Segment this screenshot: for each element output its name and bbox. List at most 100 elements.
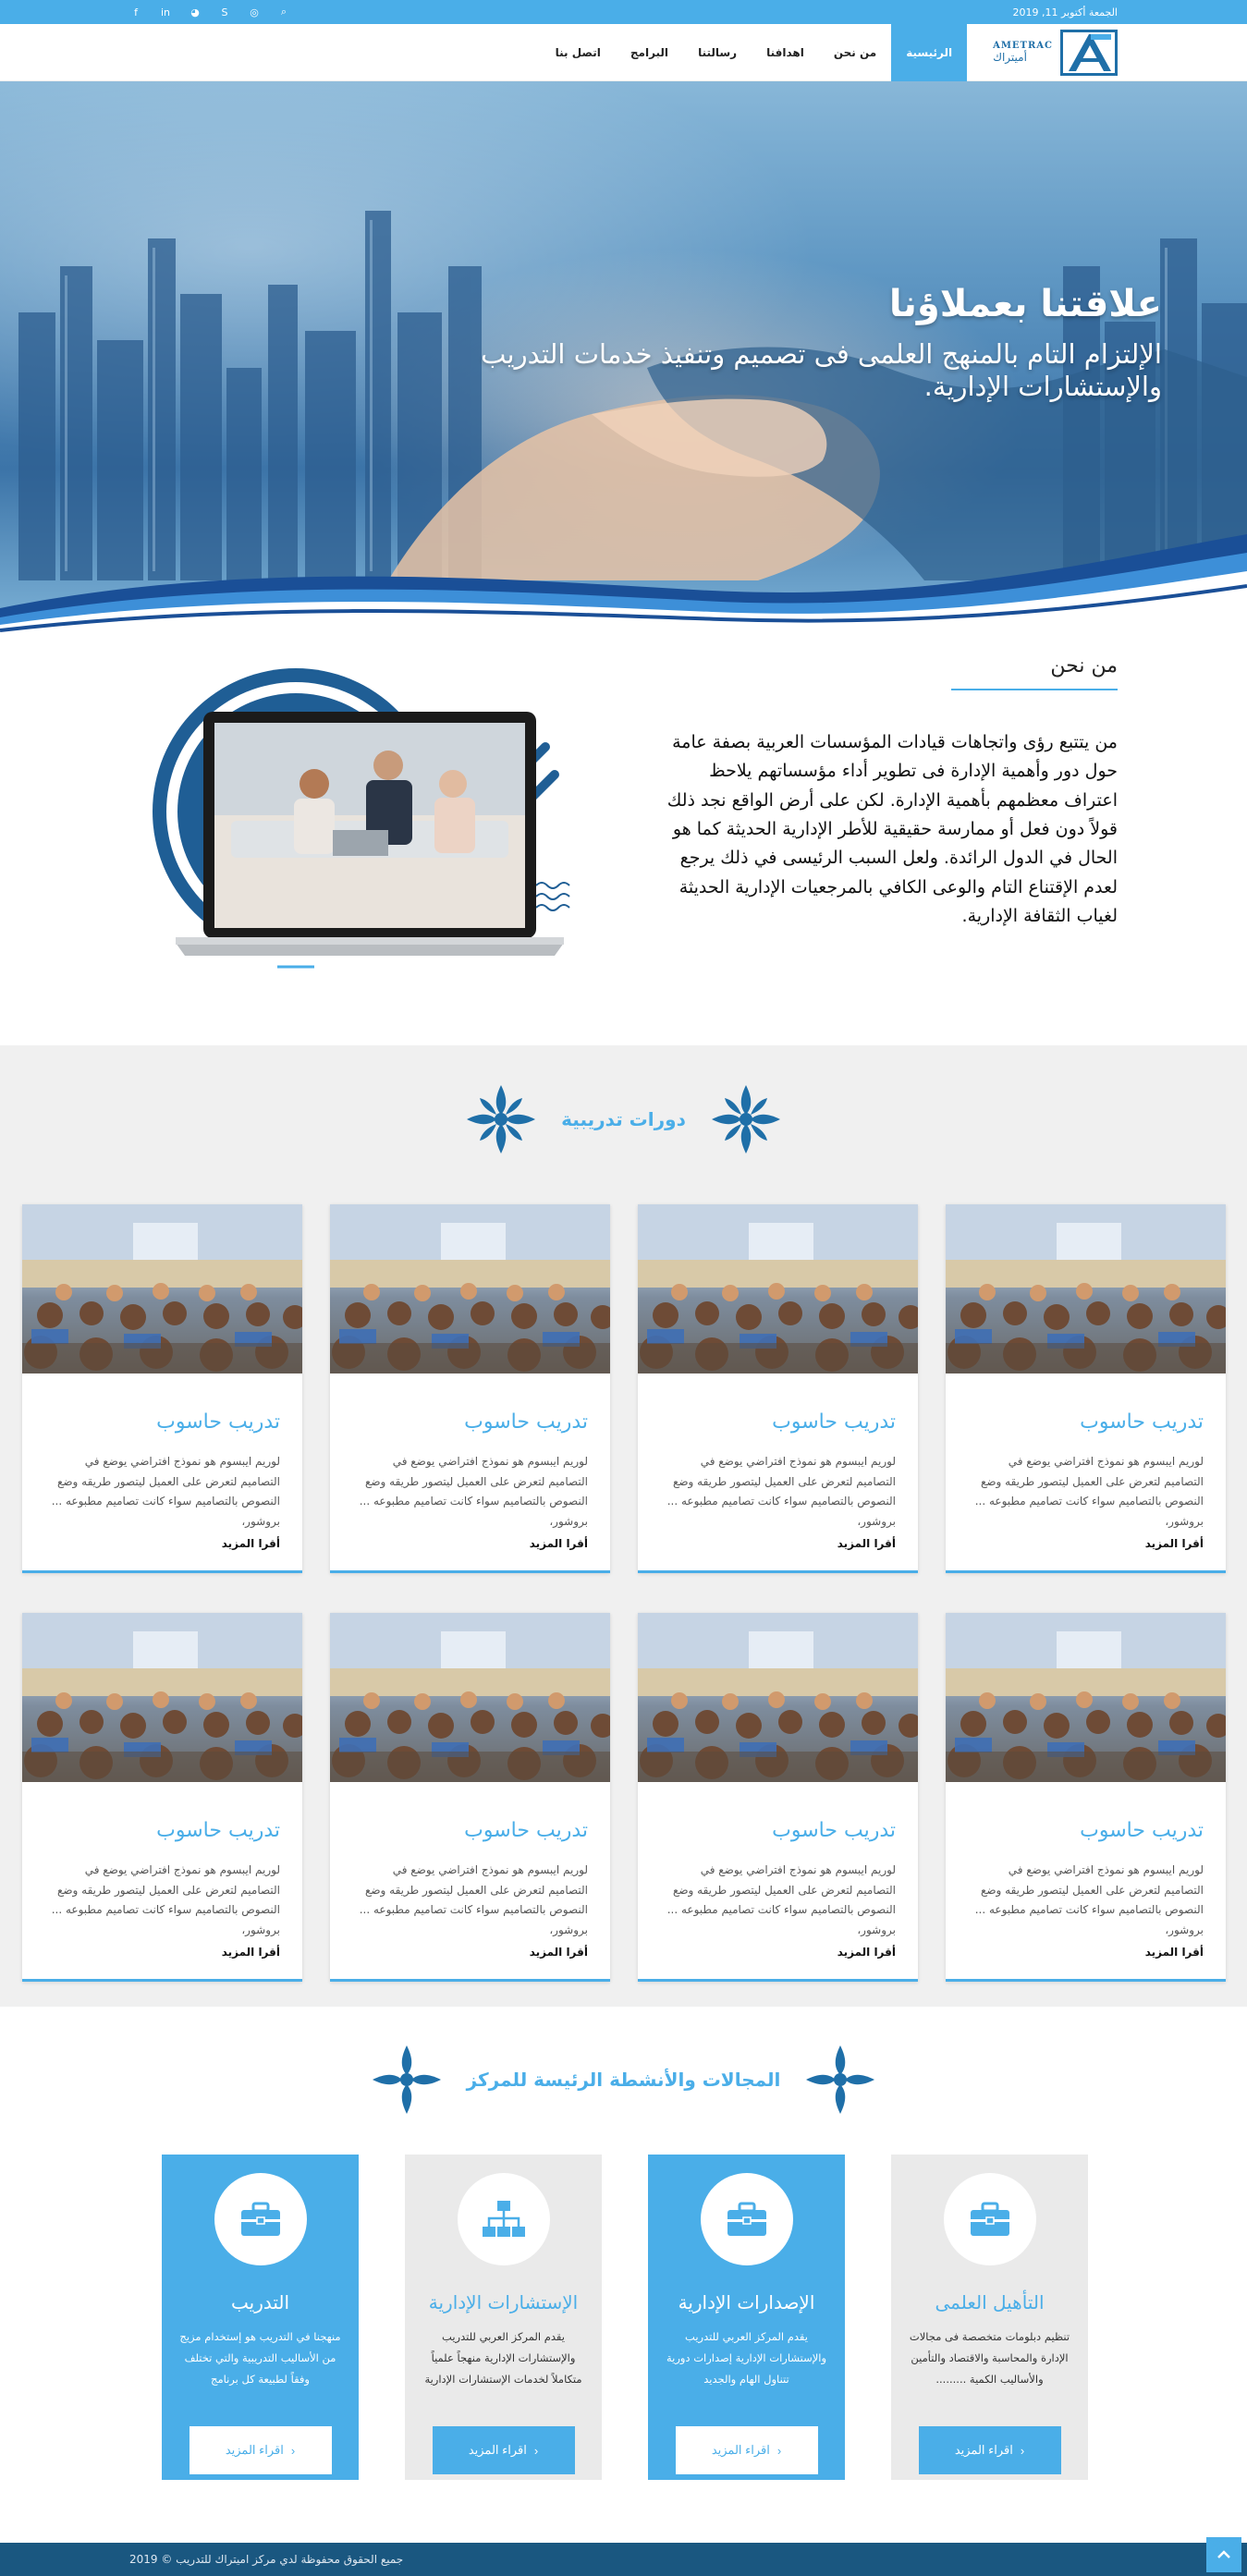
current-date: الجمعة أكتوبر 11, 2019: [1012, 6, 1119, 18]
read-more-link[interactable]: أقرا المزيد: [530, 1946, 588, 1959]
briefcase-icon: [700, 2173, 793, 2265]
course-title[interactable]: تدريب حاسوب: [638, 1782, 918, 1861]
rss-icon[interactable]: ◕: [189, 6, 202, 18]
linkedin-icon[interactable]: in: [159, 6, 172, 18]
about-title: من نحن: [951, 654, 1118, 690]
laptop-meeting-image: [153, 668, 570, 969]
logo-mark-icon: [1060, 29, 1118, 76]
site-header: AMETRAC أميتراك الرئيسية من نحن اهدافنا …: [0, 23, 1247, 81]
about-section: من نحن من يتتبع رؤى واتجاهات قيادات المؤ…: [0, 636, 1247, 1045]
site-logo[interactable]: AMETRAC أميتراك: [993, 29, 1118, 76]
course-title[interactable]: تدريب حاسوب: [22, 1782, 302, 1861]
course-card[interactable]: تدريب حاسوب لوريم ايبسوم هو نموذج افتراض…: [638, 1613, 918, 1982]
course-excerpt: لوريم ايبسوم هو نموذج افتراضي يوضع في ال…: [666, 1455, 896, 1528]
hero-banner: علاقتنا بعملاؤنا الإلتزام التام بالمنهج …: [0, 81, 1247, 636]
course-card[interactable]: تدريب حاسوب لوريم ايبسوم هو نموذج افتراض…: [22, 1204, 302, 1573]
nav-item-programs[interactable]: البرامج: [616, 24, 683, 81]
social-links: f in ◕ S ◎ ⌕: [129, 6, 290, 18]
course-title[interactable]: تدريب حاسوب: [638, 1373, 918, 1452]
field-text: منهجنا في التدريب هو إستخدام مزيج من الأ…: [179, 2330, 341, 2386]
course-excerpt: لوريم ايبسوم هو نموذج افتراضي يوضع في ال…: [51, 1863, 280, 1936]
nav-item-contact[interactable]: اتصل بنا: [541, 24, 616, 81]
fields-grid: التدريب منهجنا في التدريب هو إستخدام مزي…: [162, 2155, 1088, 2480]
nav-item-home[interactable]: الرئيسية: [891, 23, 968, 81]
back-to-top-button[interactable]: [1206, 2537, 1241, 2572]
field-text: تنظيم دبلومات متخصصة فى مجالات الإدارة و…: [909, 2330, 1070, 2386]
fields-title: المجالات والأنشطة الرئيسة للمركز: [466, 2069, 781, 2091]
field-title: الإستشارات الإدارية: [428, 2291, 579, 2314]
field-card: التدريب منهجنا في التدريب هو إستخدام مزي…: [162, 2155, 359, 2480]
classroom-image: [22, 1204, 302, 1373]
search-icon[interactable]: ⌕: [277, 6, 290, 18]
course-excerpt: لوريم ايبسوم هو نموذج افتراضي يوضع في ال…: [359, 1863, 588, 1936]
read-more-link[interactable]: أقرا المزيد: [1145, 1537, 1204, 1550]
fleur-ornament-icon: [372, 2045, 441, 2114]
course-title[interactable]: تدريب حاسوب: [946, 1782, 1226, 1861]
field-title: الإصدارات الإدارية: [678, 2291, 815, 2314]
classroom-image: [946, 1613, 1226, 1782]
arrow-up-icon: [1217, 2550, 1230, 2558]
facebook-icon[interactable]: f: [129, 6, 142, 18]
main-nav: الرئيسية من نحن اهدافنا رسالتنا البرامج …: [541, 23, 968, 81]
instagram-icon[interactable]: ◎: [248, 6, 261, 18]
chevron-left-icon: ‹: [290, 2443, 296, 2458]
field-title: التأهيل العلمى: [935, 2291, 1045, 2314]
fleur-ornament-icon: [711, 1085, 780, 1154]
read-more-link[interactable]: أقرا المزيد: [1145, 1946, 1204, 1959]
copyright-text: جميع الحقوق محفوظة لدي مركز اميتراك للتد…: [129, 2553, 404, 2566]
classroom-image: [22, 1613, 302, 1782]
courses-section: دورات تدريبية تدريب حاسوب لوريم ايبسوم ه…: [0, 1045, 1247, 2007]
course-excerpt: لوريم ايبسوم هو نموذج افتراضي يوضع في ال…: [51, 1455, 280, 1528]
logo-text-ar: أميتراك: [993, 51, 1027, 64]
field-title: التدريب: [230, 2291, 290, 2314]
top-bar: f in ◕ S ◎ ⌕ الجمعة أكتوبر 11, 2019: [0, 0, 1247, 24]
course-title[interactable]: تدريب حاسوب: [330, 1782, 610, 1861]
fields-section: المجالات والأنشطة الرئيسة للمركز التدريب…: [0, 2007, 1247, 2543]
logo-text-en: AMETRAC: [993, 41, 1053, 51]
read-more-link[interactable]: أقرا المزيد: [837, 1537, 896, 1550]
read-more-link[interactable]: أقرا المزيد: [222, 1537, 280, 1550]
course-card[interactable]: تدريب حاسوب لوريم ايبسوم هو نموذج افتراض…: [638, 1204, 918, 1573]
course-card[interactable]: تدريب حاسوب لوريم ايبسوم هو نموذج افتراض…: [330, 1613, 610, 1982]
course-title[interactable]: تدريب حاسوب: [946, 1373, 1226, 1452]
course-card[interactable]: تدريب حاسوب لوريم ايبسوم هو نموذج افتراض…: [946, 1204, 1226, 1573]
read-more-label: اقراء المزيد: [954, 2443, 1013, 2457]
briefcase-icon: [943, 2173, 1036, 2265]
field-card: الإصدارات الإدارية يقدم المركز العربي لل…: [648, 2155, 845, 2480]
read-more-button[interactable]: ‹ اقراء المزيد: [918, 2426, 1061, 2474]
classroom-image: [946, 1204, 1226, 1373]
read-more-label: اقراء المزيد: [711, 2443, 770, 2457]
nav-item-mission[interactable]: رسالتنا: [683, 24, 752, 81]
hero-title: علاقتنا بعملاؤنا: [888, 283, 1162, 325]
read-more-button[interactable]: ‹ اقراء المزيد: [189, 2426, 332, 2474]
read-more-link[interactable]: أقرا المزيد: [530, 1537, 588, 1550]
field-text: يقدم المركز العربي للتدريب والإستشارات ا…: [666, 2330, 827, 2386]
fleur-ornament-icon: [806, 2045, 875, 2114]
read-more-link[interactable]: أقرا المزيد: [837, 1946, 896, 1959]
chevron-left-icon: ‹: [533, 2443, 539, 2458]
read-more-button[interactable]: ‹ اقراء المزيد: [675, 2426, 818, 2474]
briefcase-icon: [214, 2173, 307, 2265]
classroom-image: [638, 1613, 918, 1782]
field-card: الإستشارات الإدارية يقدم المركز العربي ل…: [405, 2155, 602, 2480]
nav-item-about[interactable]: من نحن: [819, 24, 891, 81]
classroom-image: [330, 1204, 610, 1373]
course-title[interactable]: تدريب حاسوب: [330, 1373, 610, 1452]
read-more-link[interactable]: أقرا المزيد: [222, 1946, 280, 1959]
field-card: التأهيل العلمى تنظيم دبلومات متخصصة فى م…: [891, 2155, 1088, 2480]
course-card[interactable]: تدريب حاسوب لوريم ايبسوم هو نموذج افتراض…: [330, 1204, 610, 1573]
course-title[interactable]: تدريب حاسوب: [22, 1373, 302, 1452]
read-more-button[interactable]: ‹ اقراء المزيد: [432, 2426, 575, 2474]
classroom-image: [330, 1613, 610, 1782]
skype-icon[interactable]: S: [218, 6, 231, 18]
field-text: يقدم المركز العربي للتدريب والإستشارات ا…: [424, 2330, 582, 2386]
hero-wave-decoration: [0, 534, 1247, 636]
chevron-left-icon: ‹: [1020, 2443, 1025, 2458]
org-chart-icon: [457, 2173, 550, 2265]
course-card[interactable]: تدريب حاسوب لوريم ايبسوم هو نموذج افتراض…: [946, 1613, 1226, 1982]
read-more-label: اقراء المزيد: [468, 2443, 527, 2457]
nav-item-goals[interactable]: اهدافنا: [752, 24, 819, 81]
course-card[interactable]: تدريب حاسوب لوريم ايبسوم هو نموذج افتراض…: [22, 1613, 302, 1982]
course-excerpt: لوريم ايبسوم هو نموذج افتراضي يوضع في ال…: [974, 1863, 1204, 1936]
course-excerpt: لوريم ايبسوم هو نموذج افتراضي يوضع في ال…: [974, 1455, 1204, 1528]
